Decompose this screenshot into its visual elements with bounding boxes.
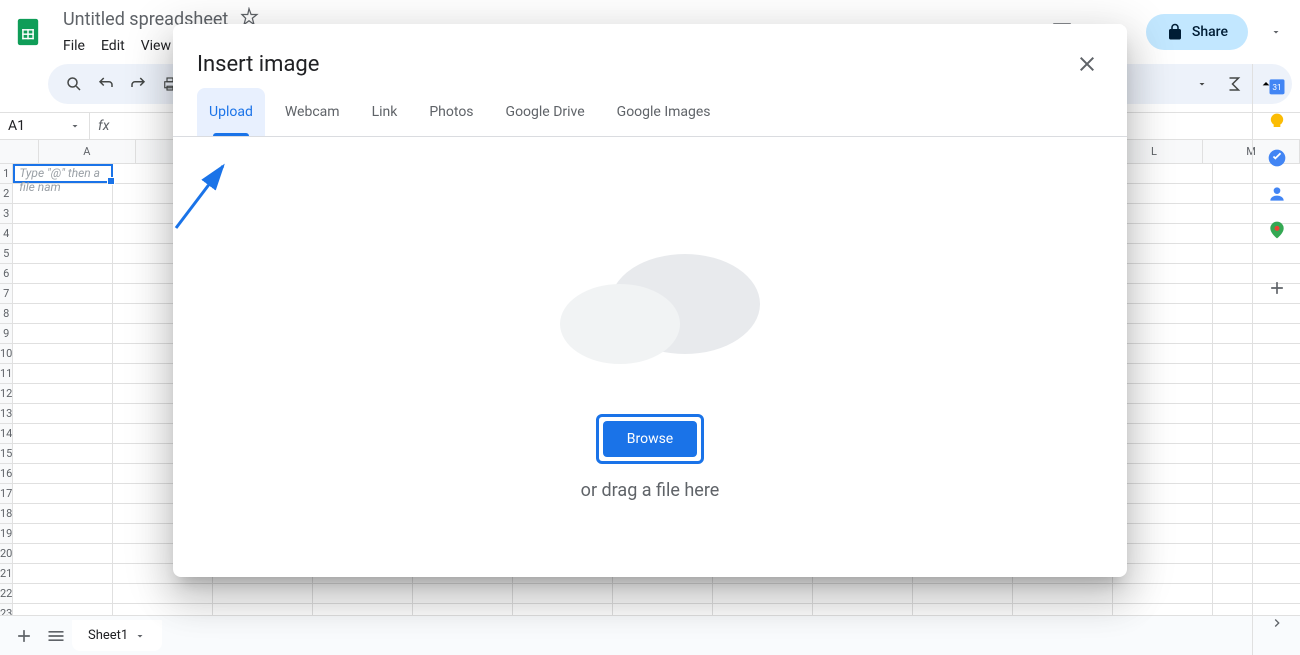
close-icon bbox=[1075, 52, 1099, 76]
modal-title: Insert image bbox=[197, 52, 319, 77]
upload-area[interactable]: Browse or drag a file here bbox=[173, 137, 1127, 577]
tab-google-images[interactable]: Google Images bbox=[605, 88, 723, 136]
modal-tabs: Upload Webcam Link Photos Google Drive G… bbox=[173, 88, 1127, 137]
tab-photos[interactable]: Photos bbox=[417, 88, 485, 136]
cloud-upload-icon bbox=[520, 214, 780, 374]
insert-image-dialog: Insert image Upload Webcam Link Photos G… bbox=[173, 24, 1127, 577]
browse-button-outline: Browse bbox=[596, 414, 704, 464]
drag-hint-text: or drag a file here bbox=[581, 480, 720, 501]
tab-google-drive[interactable]: Google Drive bbox=[494, 88, 597, 136]
tab-link[interactable]: Link bbox=[360, 88, 410, 136]
tab-webcam[interactable]: Webcam bbox=[273, 88, 352, 136]
close-button[interactable] bbox=[1071, 48, 1103, 80]
browse-button[interactable]: Browse bbox=[603, 421, 697, 457]
tab-upload[interactable]: Upload bbox=[197, 88, 265, 136]
modal-overlay: Insert image Upload Webcam Link Photos G… bbox=[0, 0, 1300, 655]
